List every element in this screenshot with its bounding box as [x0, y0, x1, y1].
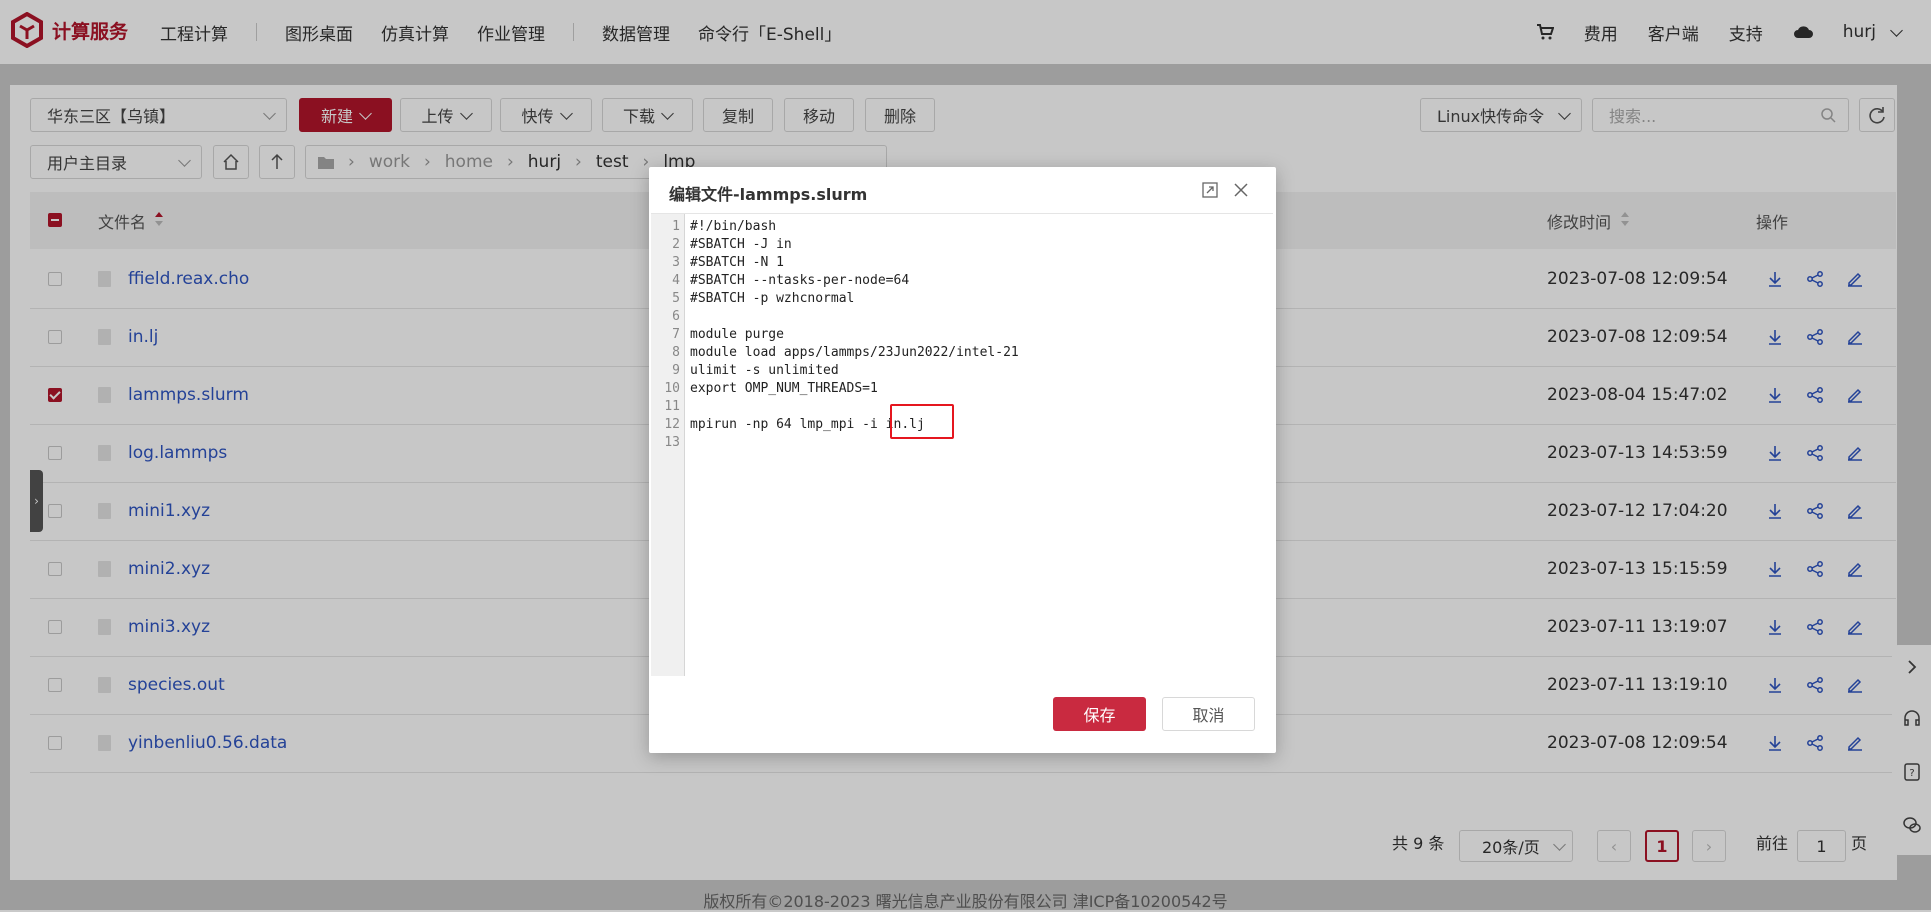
- line-number: 10: [664, 381, 680, 396]
- line-number: 11: [664, 399, 680, 414]
- maximize-icon[interactable]: [1201, 181, 1219, 199]
- line-number: 8: [672, 345, 680, 360]
- close-icon[interactable]: [1232, 181, 1250, 199]
- edit-file-dialog: 编辑文件-lammps.slurm 1 2 3 4 5 6 7 8 9 10 11 12 13 #!/b…: [649, 167, 1276, 753]
- code-line[interactable]: ulimit -s unlimited: [690, 362, 839, 380]
- line-gutter: 1 2 3 4 5 6 7 8 9 10 11 12 13: [651, 214, 685, 676]
- save-button[interactable]: 保存: [1053, 697, 1146, 731]
- line-number: 3: [672, 255, 680, 270]
- dialog-title: 编辑文件-lammps.slurm: [669, 185, 868, 204]
- code-line[interactable]: #!/bin/bash: [690, 218, 776, 236]
- line-number: 5: [672, 291, 680, 306]
- code-line[interactable]: #SBATCH -p wzhcnormal: [690, 290, 854, 308]
- code-line[interactable]: module purge: [690, 326, 784, 344]
- code-line[interactable]: #SBATCH -N 1: [690, 254, 784, 272]
- line-number: 9: [672, 363, 680, 378]
- code-line[interactable]: #SBATCH -J in: [690, 236, 792, 254]
- line-number: 7: [672, 327, 680, 342]
- code-line[interactable]: module load apps/lammps/23Jun2022/intel-…: [690, 344, 1019, 362]
- line-number: 1: [672, 219, 680, 234]
- line-number: 6: [672, 309, 680, 324]
- code-line[interactable]: export OMP_NUM_THREADS=1: [690, 380, 878, 398]
- code-line[interactable]: #SBATCH --ntasks-per-node=64: [690, 272, 909, 290]
- line-number: 4: [672, 273, 680, 288]
- code-editor[interactable]: 1 2 3 4 5 6 7 8 9 10 11 12 13 #!/bin/bash #SBATCH -J …: [651, 213, 1273, 676]
- line-number: 12: [664, 417, 680, 432]
- line-number: 13: [664, 435, 680, 450]
- cancel-button[interactable]: 取消: [1162, 697, 1255, 731]
- line-number: 2: [672, 237, 680, 252]
- highlight-annotation-box: [890, 404, 954, 439]
